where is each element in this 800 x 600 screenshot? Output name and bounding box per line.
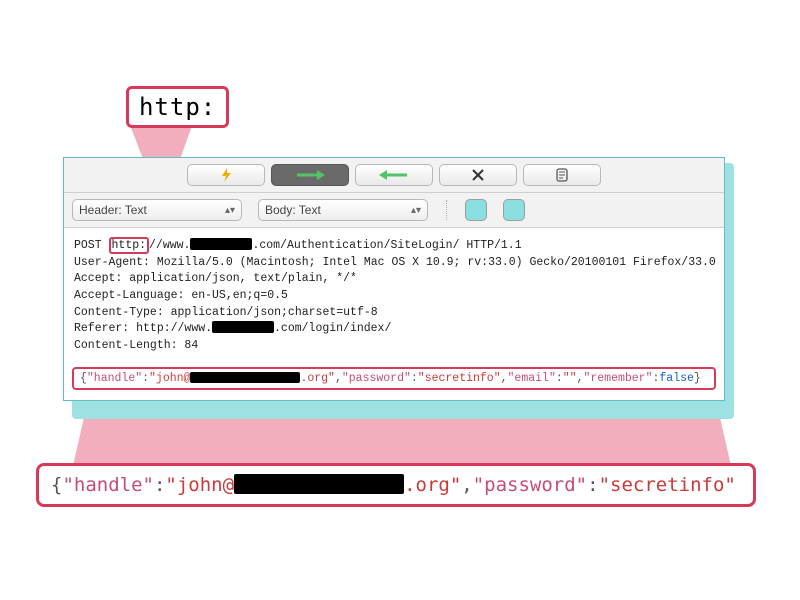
toolbar-secondary: Header: Text ▴▾ Body: Text ▴▾ — [64, 193, 724, 228]
callout-credentials: {"handle":"john@.org","password":"secret… — [36, 463, 756, 507]
redacted-handle-domain-large — [234, 474, 404, 494]
scroll-icon — [555, 168, 569, 182]
toolbar-script-button[interactable] — [523, 164, 601, 186]
toolbar-square-button-1[interactable] — [465, 199, 487, 221]
body-format-select[interactable]: Body: Text ▴▾ — [258, 199, 428, 221]
req-accept-language: Accept-Language: en-US,en;q=0.5 — [74, 289, 288, 302]
close-icon — [472, 169, 484, 181]
redacted-handle-domain — [190, 372, 300, 383]
req-user-agent: User-Agent: Mozilla/5.0 (Macintosh; Inte… — [74, 256, 716, 269]
request-body-json[interactable]: {"handle":"john@.org","password":"secret… — [72, 367, 716, 390]
arrow-right-icon — [295, 169, 325, 181]
header-format-select[interactable]: Header: Text ▴▾ — [72, 199, 242, 221]
req-accept: Accept: application/json, text/plain, */… — [74, 272, 357, 285]
callout-http-text: http: — [139, 93, 216, 121]
req-referer-pre: Referer: http://www. — [74, 322, 212, 335]
redacted-referer-host — [212, 321, 274, 333]
toolbar-back-button[interactable] — [355, 164, 433, 186]
request-headers-text[interactable]: POST http://www..com/Authentication/Site… — [64, 228, 724, 363]
chevron-updown-icon: ▴▾ — [411, 205, 421, 216]
req-content-type: Content-Type: application/json;charset=u… — [74, 306, 378, 319]
toolbar-cancel-button[interactable] — [439, 164, 517, 186]
header-format-label: Header: Text — [79, 203, 147, 217]
http-inspector-panel: Header: Text ▴▾ Body: Text ▴▾ POST http:… — [63, 157, 725, 401]
req-scheme-highlight: http: — [109, 237, 150, 254]
toolbar-send-button[interactable] — [271, 164, 349, 186]
lightning-icon — [219, 168, 233, 182]
toolbar-square-button-2[interactable] — [503, 199, 525, 221]
callout-http-scheme: http: — [126, 86, 229, 128]
req-content-length: Content-Length: 84 — [74, 339, 198, 352]
arrow-left-icon — [379, 169, 409, 181]
redacted-host — [190, 238, 252, 250]
req-method: POST — [74, 239, 109, 252]
toolbar-separator — [446, 200, 447, 220]
toolbar-flash-button[interactable] — [187, 164, 265, 186]
chevron-updown-icon: ▴▾ — [225, 205, 235, 216]
body-format-label: Body: Text — [265, 203, 321, 217]
toolbar-primary — [64, 158, 724, 193]
